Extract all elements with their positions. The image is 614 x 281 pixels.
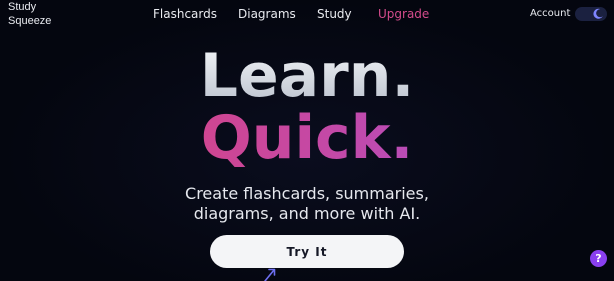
hero-title-line-2: Quick. [0, 108, 614, 168]
nav-item-diagrams[interactable]: Diagrams [238, 6, 296, 22]
hero-subtitle-line-2: diagrams, and more with AI. [193, 204, 421, 223]
top-nav: Flashcards Diagrams Study Upgrade [0, 6, 614, 22]
hero-subtitle-line-1: Create flashcards, summaries, [185, 184, 429, 203]
try-it-button[interactable]: Try It [210, 235, 404, 268]
arrow-pointer-icon [264, 268, 276, 281]
page: Study Squeeze Flashcards Diagrams Study … [0, 0, 614, 281]
moon-icon [593, 8, 603, 19]
nav-item-upgrade[interactable]: Upgrade [378, 6, 429, 22]
theme-toggle[interactable] [575, 7, 607, 21]
nav-item-study[interactable]: Study [317, 6, 352, 22]
nav-item-flashcards[interactable]: Flashcards [153, 6, 217, 22]
hero-subtitle: Create flashcards, summaries, diagrams, … [0, 184, 614, 224]
account-link[interactable]: Account [530, 7, 570, 21]
help-button[interactable]: ? [590, 250, 607, 267]
hero-title-line-1: Learn. [0, 46, 614, 106]
